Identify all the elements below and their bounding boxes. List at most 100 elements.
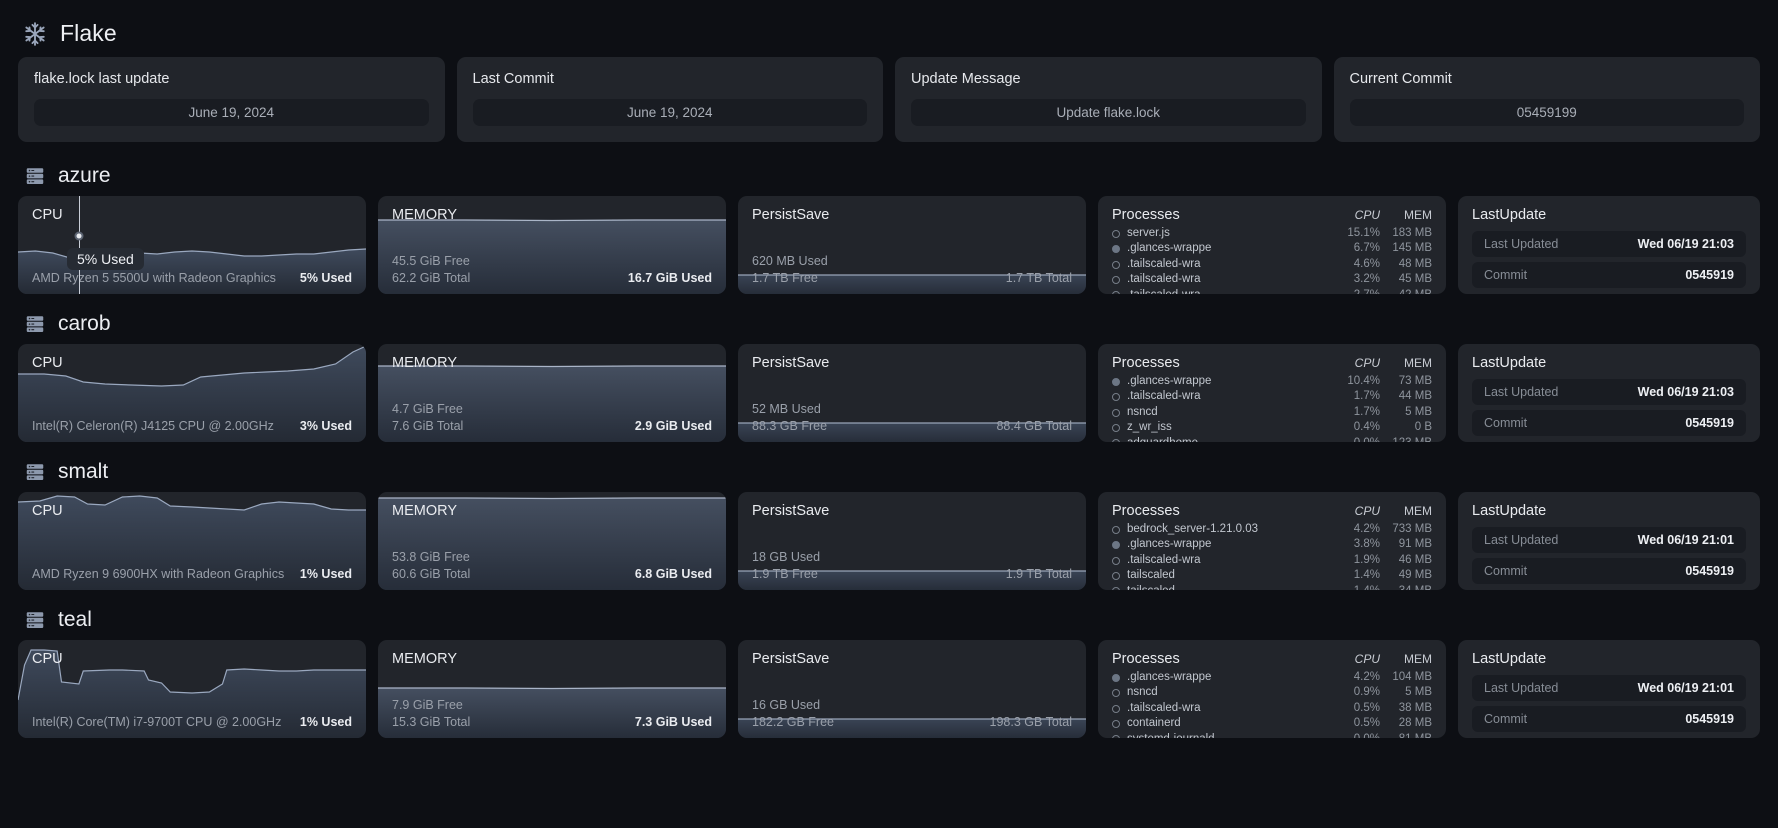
process-name: .tailscaled-wra bbox=[1127, 553, 1201, 566]
cpu-crosshair[interactable] bbox=[79, 196, 80, 294]
cpu-card[interactable]: CPU Intel(R) Celeron(R) J4125 CPU @ 2.00G… bbox=[18, 344, 366, 442]
process-mem: 733 MB bbox=[1392, 523, 1432, 535]
memory-total-line: 60.6 GiB Total 6.8 GiB Used bbox=[392, 567, 712, 581]
process-status-icon bbox=[1112, 291, 1120, 294]
process-mem: 49 MB bbox=[1398, 569, 1432, 582]
persist-card[interactable]: PersistSave 18 GB Used 1.9 TB Free 1.9 TB T… bbox=[738, 492, 1086, 590]
memory-card[interactable]: MEMORY 45.5 GiB Free 62.2 GiB Total 16.7 Gi… bbox=[378, 196, 726, 294]
persist-card[interactable]: PersistSave 620 MB Used 1.7 TB Free 1.7 TB … bbox=[738, 196, 1086, 294]
memory-card[interactable]: MEMORY 4.7 GiB Free 7.6 GiB Total 2.9 GiB U… bbox=[378, 344, 726, 442]
cpu-card[interactable]: CPU 5% Used AMD Ryzen 5 5500U with Radeon … bbox=[18, 196, 366, 294]
memory-card[interactable]: MEMORY 7.9 GiB Free 15.3 GiB Total 7.3 GiB … bbox=[378, 640, 726, 738]
memory-free-line: 45.5 GiB Free bbox=[392, 254, 712, 268]
memory-card[interactable]: MEMORY 53.8 GiB Free 60.6 GiB Total 6.8 GiB… bbox=[378, 492, 726, 590]
snowflake-icon bbox=[22, 21, 48, 47]
process-row[interactable]: z_wr_iss 0.4% 0 B bbox=[1112, 420, 1432, 435]
process-name: nsncd bbox=[1127, 405, 1158, 418]
process-cpu: 1.4% bbox=[1322, 584, 1380, 590]
commit-row: Commit 0545919 bbox=[1472, 706, 1746, 732]
cpu-card[interactable]: CPU Intel(R) Core(TM) i7-9700T CPU @ 2.00… bbox=[18, 640, 366, 738]
process-mem: 48 MB bbox=[1398, 257, 1432, 270]
persist-free: 88.3 GB Free bbox=[752, 419, 828, 433]
process-row[interactable]: nsncd 0.9% 5 MB bbox=[1112, 685, 1432, 700]
process-mem: 42 MB bbox=[1380, 288, 1432, 294]
process-status-icon bbox=[1112, 393, 1120, 402]
process-row[interactable]: .tailscaled-wra 1.9% 46 MB bbox=[1112, 553, 1432, 568]
persist-free: 1.9 TB Free bbox=[752, 567, 818, 581]
process-mem: 34 MB bbox=[1380, 584, 1432, 590]
processes-cpu-column-header: CPU bbox=[1354, 208, 1380, 222]
cpu-stat-line: Intel(R) Core(TM) i7-9700T CPU @ 2.00GHz… bbox=[32, 715, 352, 729]
process-mem: 46 MB bbox=[1398, 553, 1432, 566]
process-row[interactable]: systemd-journald0.0%81 MB bbox=[1112, 732, 1432, 738]
process-name: .tailscaled-wra bbox=[1127, 257, 1201, 270]
cpu-card-title: CPU bbox=[32, 355, 63, 371]
memory-total: 62.2 GiB Total bbox=[392, 271, 471, 285]
process-name: z_wr_iss bbox=[1127, 421, 1172, 434]
process-name: .glances-wrappe bbox=[1127, 375, 1212, 387]
persist-used-line: 620 MB Used bbox=[752, 254, 1072, 268]
process-mem: 104 MB bbox=[1392, 671, 1432, 683]
process-status-icon bbox=[1112, 719, 1120, 728]
last-updated-value: Wed 06/19 21:01 bbox=[1637, 533, 1734, 547]
process-cpu: 15.1% bbox=[1347, 227, 1380, 239]
process-row[interactable]: .tailscaled-wra2.7%42 MB bbox=[1112, 288, 1432, 294]
process-name: tailscaled bbox=[1127, 569, 1175, 582]
memory-free-line: 7.9 GiB Free bbox=[392, 698, 712, 712]
host-name: azure bbox=[58, 164, 111, 187]
persist-used: 16 GB Used bbox=[752, 698, 821, 712]
host-name: smalt bbox=[58, 460, 109, 483]
memory-total: 15.3 GiB Total bbox=[392, 715, 471, 729]
commit-row: Commit 0545919 bbox=[1472, 262, 1746, 288]
process-row[interactable]: nsncd 1.7% 5 MB bbox=[1112, 405, 1432, 420]
persist-card-title: PersistSave bbox=[752, 207, 830, 223]
lastupdate-title: LastUpdate bbox=[1472, 503, 1547, 519]
info-card-value: June 19, 2024 bbox=[34, 99, 429, 126]
process-row[interactable]: tailscaled 1.4% 49 MB bbox=[1112, 568, 1432, 583]
process-mem: 0 B bbox=[1414, 421, 1432, 434]
process-row[interactable]: .glances-wrappe 4.2% 104 MB bbox=[1112, 670, 1432, 685]
process-row[interactable]: tailscaled1.4%34 MB bbox=[1112, 584, 1432, 590]
host-name: teal bbox=[58, 608, 92, 631]
persist-total: 1.9 TB Total bbox=[1005, 567, 1072, 581]
processes-mem-column-header: MEM bbox=[1404, 652, 1432, 666]
cpu-stat-line: AMD Ryzen 9 6900HX with Radeon Graphics 1… bbox=[32, 567, 352, 581]
persist-used-line: 16 GB Used bbox=[752, 698, 1072, 712]
process-mem: 45 MB bbox=[1398, 273, 1432, 286]
cpu-model: Intel(R) Core(TM) i7-9700T CPU @ 2.00GHz bbox=[32, 715, 282, 729]
process-row[interactable]: .glances-wrappe 6.7% 145 MB bbox=[1112, 241, 1432, 256]
process-status-icon bbox=[1112, 704, 1120, 713]
process-row[interactable]: .tailscaled-wra 4.6% 48 MB bbox=[1112, 257, 1432, 272]
process-row[interactable]: containerd 0.5% 28 MB bbox=[1112, 716, 1432, 731]
processes-card: Processes CPU MEM server.js 15.1% 183 MB .glan… bbox=[1098, 196, 1446, 294]
process-row[interactable]: .glances-wrappe 10.4% 73 MB bbox=[1112, 374, 1432, 389]
cpu-card[interactable]: CPU AMD Ryzen 9 6900HX with Radeon Graphi… bbox=[18, 492, 366, 590]
process-cpu: 4.6% bbox=[1353, 257, 1380, 270]
process-row[interactable]: .tailscaled-wra 0.5% 38 MB bbox=[1112, 701, 1432, 716]
process-row[interactable]: .tailscaled-wra 3.2% 45 MB bbox=[1112, 272, 1432, 287]
memory-free-line: 53.8 GiB Free bbox=[392, 550, 712, 564]
process-name: containerd bbox=[1127, 717, 1181, 730]
persist-card[interactable]: PersistSave 52 MB Used 88.3 GB Free 88.4 GB… bbox=[738, 344, 1086, 442]
process-status-icon bbox=[1112, 439, 1120, 442]
process-row[interactable]: .glances-wrappe 3.8% 91 MB bbox=[1112, 537, 1432, 552]
memory-card-title: MEMORY bbox=[392, 503, 457, 519]
process-status-icon bbox=[1112, 525, 1120, 534]
process-row[interactable]: .tailscaled-wra 1.7% 44 MB bbox=[1112, 389, 1432, 404]
process-mem: 91 MB bbox=[1398, 538, 1432, 551]
memory-used: 2.9 GiB Used bbox=[634, 419, 712, 433]
app-header: Flake bbox=[18, 14, 1760, 57]
process-cpu: 1.4% bbox=[1353, 569, 1380, 582]
commit-label: Commit bbox=[1484, 712, 1528, 726]
persist-card[interactable]: PersistSave 16 GB Used 182.2 GB Free 198.3 … bbox=[738, 640, 1086, 738]
process-row[interactable]: bedrock_server-1.21.0.03 4.2% 733 MB bbox=[1112, 522, 1432, 537]
process-name: server.js bbox=[1127, 227, 1170, 239]
persist-card-title: PersistSave bbox=[752, 355, 830, 371]
lastupdate-title: LastUpdate bbox=[1472, 207, 1547, 223]
memory-total-line: 15.3 GiB Total 7.3 GiB Used bbox=[392, 715, 712, 729]
info-card-value: June 19, 2024 bbox=[472, 99, 867, 126]
process-row[interactable]: server.js 15.1% 183 MB bbox=[1112, 226, 1432, 241]
lastupdate-card: LastUpdate Last Updated Wed 06/19 21:01 Com… bbox=[1458, 492, 1760, 590]
info-card: flake.lock last update June 19, 2024 bbox=[18, 57, 445, 142]
process-row[interactable]: adguardhome0.0%123 MB bbox=[1112, 436, 1432, 442]
